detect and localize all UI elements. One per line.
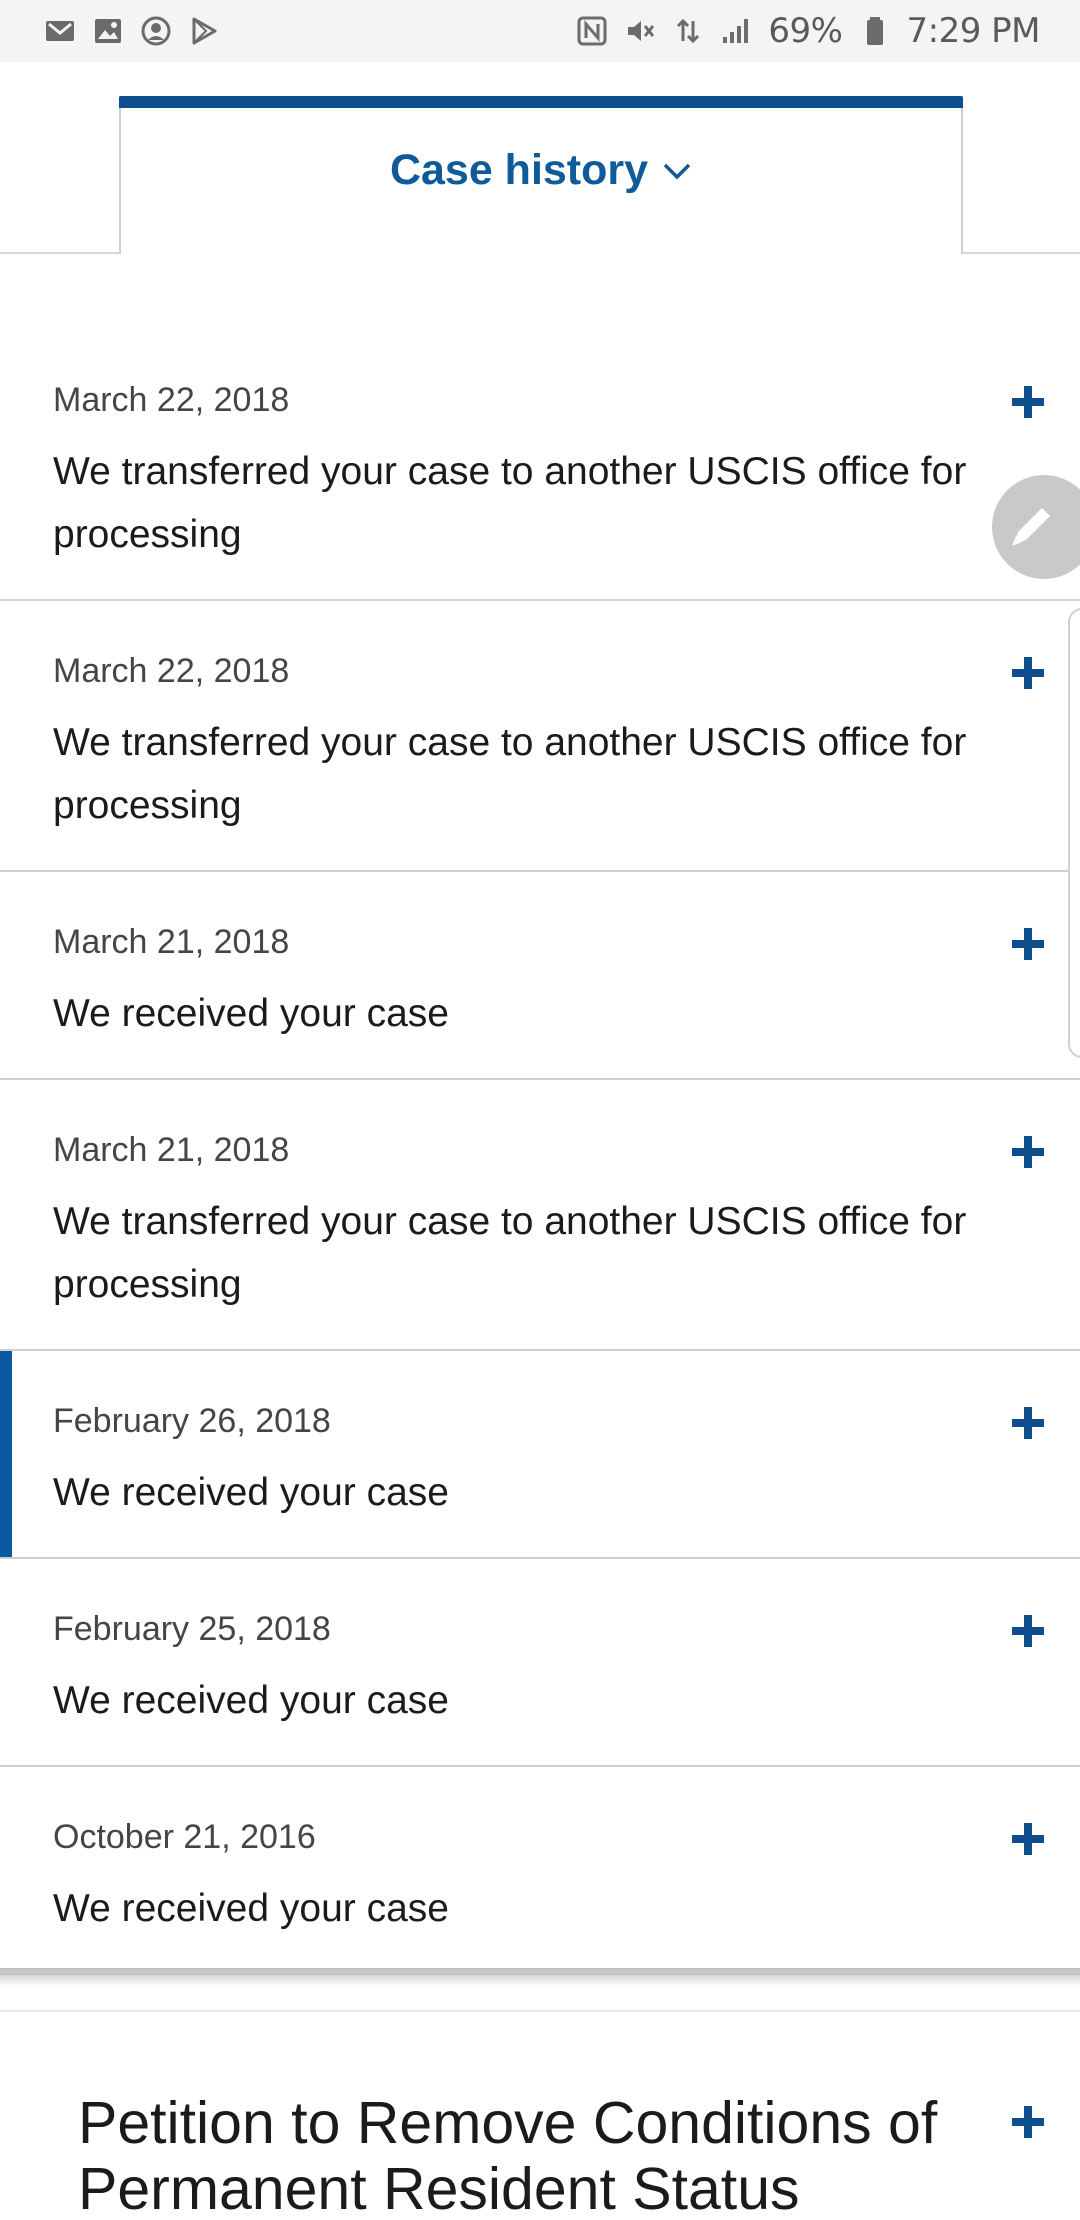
status-bar: 69% 7:29 PM: [0, 0, 1080, 62]
history-item-date: March 22, 2018: [53, 652, 290, 690]
history-item-text: We transferred your case to another USCI…: [53, 721, 967, 827]
expand-plus-icon[interactable]: [1012, 928, 1044, 960]
tab-title: Case history: [389, 146, 649, 194]
expand-plus-icon[interactable]: [1012, 1823, 1044, 1855]
history-item-date: February 25, 2018: [53, 1610, 331, 1648]
tab-active-indicator: [119, 96, 963, 108]
expand-plus-icon[interactable]: [1012, 1136, 1044, 1168]
expand-plus-icon[interactable]: [1012, 2106, 1044, 2138]
edge-panel-handle[interactable]: [1068, 608, 1080, 1058]
history-item-text: We received your case: [53, 1887, 449, 1930]
tab-baseline-right: [962, 252, 1080, 254]
history-item-text: We received your case: [53, 1679, 449, 1722]
history-item-date: March 21, 2018: [53, 923, 290, 961]
battery-icon: [859, 15, 891, 47]
history-item[interactable]: March 22, 2018 We transferred your case …: [0, 601, 1080, 872]
data-icon: [672, 15, 704, 47]
signal-icon: [720, 15, 752, 47]
history-item-text: We transferred your case to another USCI…: [53, 1200, 967, 1306]
expand-plus-icon[interactable]: [1012, 386, 1044, 418]
clock: 7:29 PM: [906, 11, 1041, 51]
history-item[interactable]: March 21, 2018 We transferred your case …: [0, 1080, 1080, 1351]
history-item-date: March 22, 2018: [53, 381, 290, 419]
history-item-text: We transferred your case to another USCI…: [53, 450, 967, 556]
account-icon: [140, 15, 172, 47]
chevron-down-icon: [663, 163, 691, 179]
expand-plus-icon[interactable]: [1012, 1407, 1044, 1439]
section-title: Petition to Remove Conditions of Permane…: [78, 2090, 938, 2220]
history-item-text: We received your case: [53, 992, 449, 1035]
history-item[interactable]: March 22, 2018 We transferred your case …: [0, 330, 1080, 601]
section-divider: [0, 2010, 1080, 2012]
expand-plus-icon[interactable]: [1012, 1615, 1044, 1647]
expand-plus-icon[interactable]: [1012, 657, 1044, 689]
history-item-current[interactable]: February 26, 2018 We received your case: [0, 1351, 1080, 1559]
case-history-list: March 22, 2018 We transferred your case …: [0, 330, 1080, 1975]
tab-case-history[interactable]: Case history: [119, 96, 963, 254]
status-bar-system: 69% 7:29 PM: [576, 11, 1040, 51]
history-item-date: October 21, 2016: [53, 1818, 316, 1856]
list-bottom-shadow: [0, 1968, 1080, 1986]
pencil-icon: [1012, 508, 1050, 546]
tab-bar: Case history: [0, 62, 1080, 254]
gmail-icon: [44, 15, 76, 47]
history-item-text: We received your case: [53, 1471, 449, 1514]
mute-icon: [624, 15, 656, 47]
gallery-icon: [92, 15, 124, 47]
tab-case-history-label[interactable]: Case history: [121, 146, 961, 195]
history-item-date: February 26, 2018: [53, 1402, 331, 1440]
history-item[interactable]: October 21, 2016 We received your case: [0, 1767, 1080, 1975]
tab-baseline-left: [0, 252, 120, 254]
history-item[interactable]: February 25, 2018 We received your case: [0, 1559, 1080, 1767]
battery-percent: 69%: [768, 11, 843, 51]
history-item-date: March 21, 2018: [53, 1131, 290, 1169]
history-item[interactable]: March 21, 2018 We received your case: [0, 872, 1080, 1080]
nfc-icon: [576, 15, 608, 47]
play-store-icon: [188, 15, 220, 47]
status-bar-notifications: [44, 15, 220, 47]
